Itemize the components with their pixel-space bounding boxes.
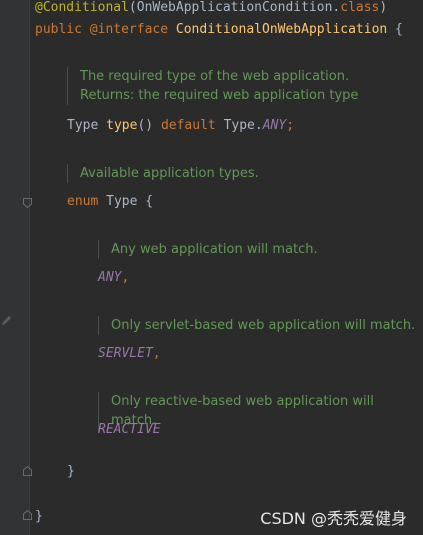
method-name: type — [106, 118, 138, 133]
default-keyword: default — [160, 118, 216, 133]
method-parens: () — [137, 118, 154, 133]
annotation-at: @ — [35, 0, 43, 15]
fold-open-icon — [23, 198, 32, 208]
close-brace: } — [35, 509, 43, 524]
code-line-const-any[interactable]: ANY, — [98, 270, 129, 286]
enum-reference: Type — [223, 118, 255, 133]
fold-toggle-interface-end[interactable] — [23, 510, 32, 520]
fold-close-icon — [23, 510, 32, 520]
code-line-annotation[interactable]: @Conditional(OnWebApplicationCondition.c… — [35, 0, 387, 16]
enum-keyword: enum — [67, 194, 99, 209]
paren-close: ) — [379, 0, 388, 15]
doc-line: Available application types. — [80, 166, 259, 181]
interface-keyword: @interface — [89, 22, 169, 37]
doc-line: The required type of the web application… — [80, 69, 350, 84]
comma: , — [121, 270, 130, 285]
close-brace: } — [67, 464, 75, 479]
enum-constant: ANY — [98, 270, 122, 285]
fold-close-icon — [23, 466, 32, 476]
code-line-type-method[interactable]: Type type() default Type.ANY; — [67, 118, 294, 134]
edit-pencil-icon[interactable] — [1, 314, 13, 326]
fold-toggle-enum-end[interactable] — [23, 466, 32, 476]
open-brace: { — [137, 194, 154, 209]
semicolon: ; — [286, 118, 295, 133]
fold-toggle-enum[interactable] — [23, 198, 32, 208]
doc-comment-any: Any web application will match. — [98, 240, 318, 259]
default-value: ANY — [262, 118, 287, 133]
doc-comment-type-method: The required type of the web application… — [67, 67, 358, 105]
interface-name: ConditionalOnWebApplication — [175, 22, 388, 37]
enum-name: Type — [106, 194, 138, 209]
public-keyword: public — [35, 22, 82, 37]
paren-open: ( — [128, 0, 137, 15]
code-line-const-reactive[interactable]: REACTIVE — [98, 422, 161, 438]
doc-line: Any web application will match. — [111, 242, 318, 257]
watermark: CSDN @秃秃爱健身 — [260, 509, 407, 528]
code-line-const-servlet[interactable]: SERVLET, — [98, 346, 161, 362]
doc-line: Returns: the required web application ty… — [80, 88, 359, 103]
dot: . — [254, 118, 263, 133]
doc-line: Only servlet-based web application will … — [111, 318, 416, 333]
doc-comment-servlet: Only servlet-based web application will … — [98, 316, 415, 335]
code-line-interface-close[interactable]: } — [35, 509, 43, 525]
class-keyword: class — [340, 0, 380, 15]
enum-constant: SERVLET — [98, 346, 153, 361]
enum-constant: REACTIVE — [98, 422, 161, 437]
doc-comment-enum: Available application types. — [67, 164, 259, 183]
code-line-interface-decl[interactable]: public @interface ConditionalOnWebApplic… — [35, 22, 403, 38]
code-line-enum-decl[interactable]: enum Type { — [67, 194, 153, 210]
comma: , — [152, 346, 161, 361]
gutter-divider — [29, 0, 30, 535]
condition-class-name: OnWebApplicationCondition — [136, 0, 333, 15]
editor-gutter — [0, 0, 30, 535]
return-type: Type — [67, 118, 99, 133]
annotation-name: Conditional — [42, 0, 129, 15]
open-brace: { — [387, 22, 403, 37]
code-line-enum-close[interactable]: } — [67, 464, 75, 480]
